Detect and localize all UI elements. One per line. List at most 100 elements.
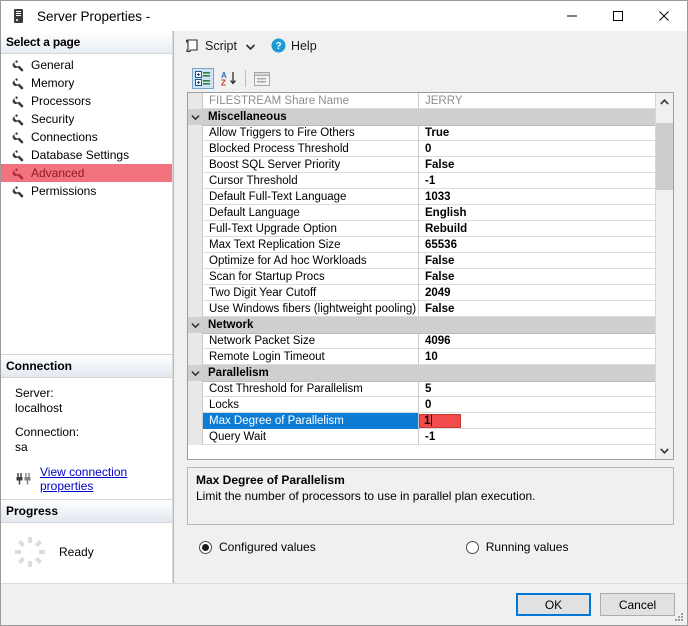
property-grid-row[interactable]: Use Windows fibers (lightweight pooling)… — [188, 301, 655, 317]
property-grid-row[interactable]: Cursor Threshold -1 — [188, 173, 655, 189]
radio-configured-values[interactable]: Configured values — [199, 540, 316, 554]
property-name-cell[interactable]: Max Degree of Parallelism — [203, 413, 419, 429]
property-value-cell[interactable]: 1033 — [419, 189, 655, 205]
chevron-down-icon[interactable] — [245, 39, 256, 53]
cancel-button[interactable]: Cancel — [600, 593, 675, 616]
property-pages-button[interactable] — [251, 68, 273, 89]
property-value-cell[interactable]: False — [419, 253, 655, 269]
property-value-cell[interactable]: False — [419, 269, 655, 285]
property-value-cell[interactable]: 0 — [419, 397, 655, 413]
property-name-cell[interactable]: Default Full-Text Language — [203, 189, 419, 205]
property-value-cell[interactable]: 5 — [419, 381, 655, 397]
property-grid-row[interactable]: Max Degree of Parallelism 1 — [188, 413, 655, 429]
close-button[interactable] — [641, 1, 687, 31]
property-value-cell[interactable]: English — [419, 205, 655, 221]
property-name-cell[interactable]: Network Packet Size — [203, 333, 419, 349]
property-grid-row[interactable]: Cost Threshold for Parallelism 5 — [188, 381, 655, 397]
property-grid-row[interactable]: Blocked Process Threshold 0 — [188, 141, 655, 157]
property-value-cell[interactable]: 2049 — [419, 285, 655, 301]
property-value-cell[interactable]: 1 — [419, 413, 655, 429]
property-grid-row[interactable]: Two Digit Year Cutoff 2049 — [188, 285, 655, 301]
radio-configured-values-label: Configured values — [219, 540, 316, 554]
property-value-cell[interactable]: 65536 — [419, 237, 655, 253]
property-name-cell[interactable]: Blocked Process Threshold — [203, 141, 419, 157]
property-name-cell[interactable]: Remote Login Timeout — [203, 349, 419, 365]
property-name-cell[interactable]: Use Windows fibers (lightweight pooling) — [203, 301, 419, 317]
property-grid-row[interactable]: Default Full-Text Language 1033 — [188, 189, 655, 205]
property-grid-row[interactable]: FILESTREAM Share Name JERRY — [188, 93, 655, 109]
scrollbar-track[interactable] — [656, 110, 673, 442]
radio-running-values-dot[interactable] — [465, 540, 479, 554]
property-value-cell[interactable]: 4096 — [419, 333, 655, 349]
sidebar-item-advanced[interactable]: Advanced — [1, 164, 172, 182]
property-grid-row[interactable]: Network Packet Size 4096 — [188, 333, 655, 349]
chevron-down-icon[interactable] — [188, 365, 202, 381]
property-grid-category-row[interactable]: Miscellaneous — [188, 109, 655, 126]
property-name-cell[interactable]: Full-Text Upgrade Option — [203, 221, 419, 237]
property-name-cell[interactable]: Allow Triggers to Fire Others — [203, 125, 419, 141]
property-grid-row[interactable]: Remote Login Timeout 10 — [188, 349, 655, 365]
property-value-cell[interactable]: 10 — [419, 349, 655, 365]
property-name-cell[interactable]: FILESTREAM Share Name — [203, 93, 419, 109]
sidebar-item-connections[interactable]: Connections — [1, 128, 172, 146]
property-grid-scrollbar[interactable] — [655, 93, 673, 459]
description-text: Limit the number of processors to use in… — [196, 489, 536, 503]
help-button[interactable]: ? Help — [271, 38, 317, 53]
ok-button[interactable]: OK — [516, 593, 591, 616]
property-name-cell[interactable]: Cost Threshold for Parallelism — [203, 381, 419, 397]
property-value-cell[interactable]: -1 — [419, 173, 655, 189]
view-connection-properties-row[interactable]: View connection properties — [15, 465, 172, 493]
property-name-cell[interactable]: Default Language — [203, 205, 419, 221]
chevron-down-icon[interactable] — [188, 109, 202, 125]
property-value-cell[interactable]: Rebuild — [419, 221, 655, 237]
property-name-cell[interactable]: Cursor Threshold — [203, 173, 419, 189]
minimize-button[interactable] — [549, 1, 595, 31]
sidebar-item-general[interactable]: General — [1, 56, 172, 74]
property-value-cell[interactable]: 0 — [419, 141, 655, 157]
sidebar-item-security[interactable]: Security — [1, 110, 172, 128]
maximize-button[interactable] — [595, 1, 641, 31]
property-name-cell[interactable]: Two Digit Year Cutoff — [203, 285, 419, 301]
sidebar-item-memory[interactable]: Memory — [1, 74, 172, 92]
property-name-cell[interactable]: Boost SQL Server Priority — [203, 157, 419, 173]
property-grid-row[interactable]: Query Wait -1 — [188, 429, 655, 445]
categorized-view-button[interactable] — [192, 68, 214, 89]
radio-running-values[interactable]: Running values — [465, 540, 569, 554]
property-grid-row[interactable]: Max Text Replication Size 65536 — [188, 237, 655, 253]
property-grid-row[interactable]: Full-Text Upgrade Option Rebuild — [188, 221, 655, 237]
property-value-cell[interactable]: -1 — [419, 429, 655, 445]
property-grid-row[interactable]: Boost SQL Server Priority False — [188, 157, 655, 173]
property-grid-category-row[interactable]: Network — [188, 317, 655, 334]
scroll-down-button[interactable] — [656, 442, 673, 459]
property-grid-row[interactable]: Locks 0 — [188, 397, 655, 413]
scrollbar-thumb[interactable] — [656, 123, 673, 190]
sidebar-item-permissions[interactable]: Permissions — [1, 182, 172, 200]
script-button[interactable]: Script — [184, 38, 237, 54]
sidebar-item-processors[interactable]: Processors — [1, 92, 172, 110]
wrench-icon — [11, 95, 25, 108]
property-value-cell[interactable]: JERRY — [419, 93, 655, 109]
property-grid[interactable]: FILESTREAM Share Name JERRY Miscellaneous A… — [187, 92, 674, 460]
property-grid-row[interactable]: Scan for Startup Procs False — [188, 269, 655, 285]
scroll-up-button[interactable] — [656, 93, 673, 110]
alphabetical-sort-button[interactable]: A Z — [217, 68, 239, 89]
view-connection-properties-link[interactable]: View connection properties — [40, 465, 172, 493]
property-name-cell[interactable]: Max Text Replication Size — [203, 237, 419, 253]
radio-configured-values-dot[interactable] — [199, 540, 212, 554]
property-grid-row[interactable]: Allow Triggers to Fire Others True — [188, 125, 655, 141]
property-grid-row[interactable]: Optimize for Ad hoc Workloads False — [188, 253, 655, 269]
property-name-cell[interactable]: Query Wait — [203, 429, 419, 445]
property-value-cell[interactable]: False — [419, 157, 655, 173]
property-grid-category-row[interactable]: Parallelism — [188, 365, 655, 382]
resize-grip-icon[interactable] — [674, 612, 684, 622]
property-value-cell[interactable]: True — [419, 125, 655, 141]
chevron-down-icon[interactable] — [188, 317, 202, 333]
property-value-editor[interactable]: 1 — [419, 413, 461, 428]
property-name-cell[interactable]: Optimize for Ad hoc Workloads — [203, 253, 419, 269]
property-name-cell[interactable]: Locks — [203, 397, 419, 413]
radio-running-values-label: Running values — [485, 540, 569, 554]
property-name-cell[interactable]: Scan for Startup Procs — [203, 269, 419, 285]
property-value-cell[interactable]: False — [419, 301, 655, 317]
sidebar-item-database-settings[interactable]: Database Settings — [1, 146, 172, 164]
property-grid-row[interactable]: Default Language English — [188, 205, 655, 221]
